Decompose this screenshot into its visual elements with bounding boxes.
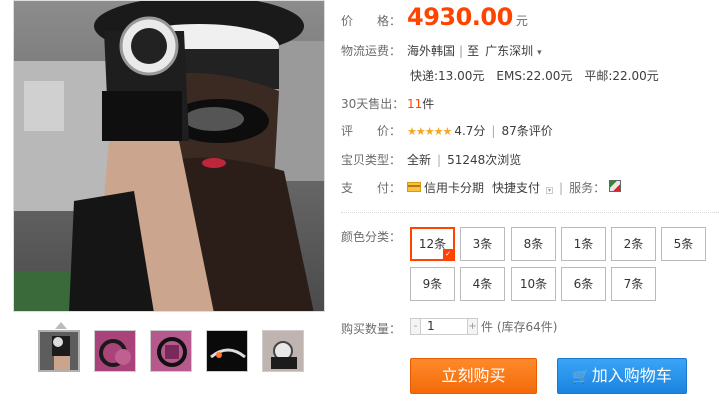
item-condition: 全新 bbox=[407, 153, 432, 167]
color-option-2[interactable]: 2条 bbox=[611, 227, 656, 261]
shipping-row: 物流运费： 海外韩国 | 至 广东深圳 ▾ bbox=[341, 42, 542, 59]
reviews-link[interactable]: 87条评价 bbox=[501, 122, 552, 139]
quantity-plus-button[interactable]: + bbox=[467, 318, 478, 335]
color-option-1[interactable]: 1条 bbox=[561, 227, 606, 261]
item-views: 51248次浏览 bbox=[447, 153, 522, 167]
color-option-9[interactable]: 9条 bbox=[410, 267, 455, 301]
color-option-3[interactable]: 3条 bbox=[460, 227, 505, 261]
add-to-cart-label: 加入购物车 bbox=[591, 366, 672, 385]
divider bbox=[341, 212, 719, 213]
color-option-6[interactable]: 6条 bbox=[561, 267, 606, 301]
thumbnail-3[interactable] bbox=[150, 330, 192, 372]
price-row: 价 格： 4930.00 元 bbox=[341, 3, 528, 31]
shipping-origin: 海外韩国 bbox=[407, 44, 456, 58]
shopping-cart-icon: 🛒 bbox=[572, 369, 590, 385]
post-fee: 平邮:22.00元 bbox=[584, 69, 659, 83]
quick-pay-link[interactable]: 快捷支付 bbox=[492, 179, 540, 196]
color-label-row: 颜色分类： bbox=[341, 228, 407, 245]
item-type-row: 宝贝类型： 全新 | 51248次浏览 bbox=[341, 153, 522, 167]
stock-note: 件 (库存64件) bbox=[481, 320, 558, 334]
color-option-8[interactable]: 8条 bbox=[511, 227, 556, 261]
payment-row: 支 付： 信用卡分期 快捷支付 ▾ | 服务： bbox=[341, 179, 622, 196]
shipping-fees: 快递:13.00元 EMS:22.00元 平邮:22.00元 bbox=[410, 67, 659, 84]
quantity-input[interactable]: 1 bbox=[421, 318, 467, 335]
thumbnail-5[interactable] bbox=[262, 330, 304, 372]
price-label: 价 格： bbox=[341, 14, 402, 28]
main-product-image[interactable] bbox=[13, 0, 325, 312]
color-option-10[interactable]: 10条 bbox=[511, 267, 556, 301]
rating-score: 4.7分 bbox=[454, 124, 486, 138]
service-label: 服务： bbox=[569, 181, 606, 195]
thumbnail-1[interactable] bbox=[38, 330, 80, 372]
quantity-label-row: 购买数量： bbox=[341, 320, 407, 337]
sales-row: 30天售出： 11 件 bbox=[341, 95, 434, 112]
rating-label: 评 价： bbox=[341, 124, 402, 138]
price-value: 4930.00 bbox=[407, 3, 513, 31]
payment-label: 支 付： bbox=[341, 181, 402, 195]
quantity-label: 购买数量： bbox=[341, 322, 402, 336]
express-fee: 快递:13.00元 bbox=[410, 69, 485, 83]
sales-label: 30天售出： bbox=[341, 97, 405, 111]
sales-count: 11 bbox=[407, 97, 423, 111]
destination-selector[interactable]: 广东深圳 bbox=[485, 42, 533, 59]
thumb-pointer-icon bbox=[55, 322, 67, 329]
color-option-7[interactable]: 7条 bbox=[611, 267, 656, 301]
add-to-cart-button[interactable]: 🛒 加入购物车 bbox=[557, 358, 687, 394]
service-icon[interactable] bbox=[609, 180, 622, 192]
rating-stars-icon: ★★★★★ bbox=[407, 125, 452, 138]
thumbnail-2[interactable] bbox=[94, 330, 136, 372]
item-type-label: 宝贝类型： bbox=[341, 153, 402, 167]
color-option-4[interactable]: 4条 bbox=[460, 267, 505, 301]
sales-unit: 件 bbox=[422, 97, 435, 111]
color-label: 颜色分类： bbox=[341, 230, 402, 244]
thumbnail-4[interactable] bbox=[206, 330, 248, 372]
payment-more-icon[interactable]: ▾ bbox=[546, 187, 554, 194]
price-unit: 元 bbox=[515, 14, 528, 28]
quantity-minus-button[interactable]: - bbox=[410, 318, 421, 335]
shipping-to: 至 bbox=[467, 44, 480, 58]
color-option-5[interactable]: 5条 bbox=[661, 227, 706, 261]
chevron-down-icon[interactable]: ▾ bbox=[537, 48, 542, 58]
quantity-stepper: - 1 + 件 (库存64件) bbox=[410, 318, 557, 335]
thumbnail-strip bbox=[38, 330, 304, 372]
rating-row: 评 价： ★★★★★ 4.7分 | 87条评价 bbox=[341, 122, 553, 139]
color-option-12[interactable]: 12条 bbox=[410, 227, 455, 261]
installment-link[interactable]: 信用卡分期 bbox=[424, 179, 484, 196]
credit-card-icon bbox=[407, 182, 421, 192]
ems-fee: EMS:22.00元 bbox=[496, 69, 573, 83]
shipping-label: 物流运费： bbox=[341, 44, 402, 58]
buy-now-button[interactable]: 立刻购买 bbox=[410, 358, 537, 394]
